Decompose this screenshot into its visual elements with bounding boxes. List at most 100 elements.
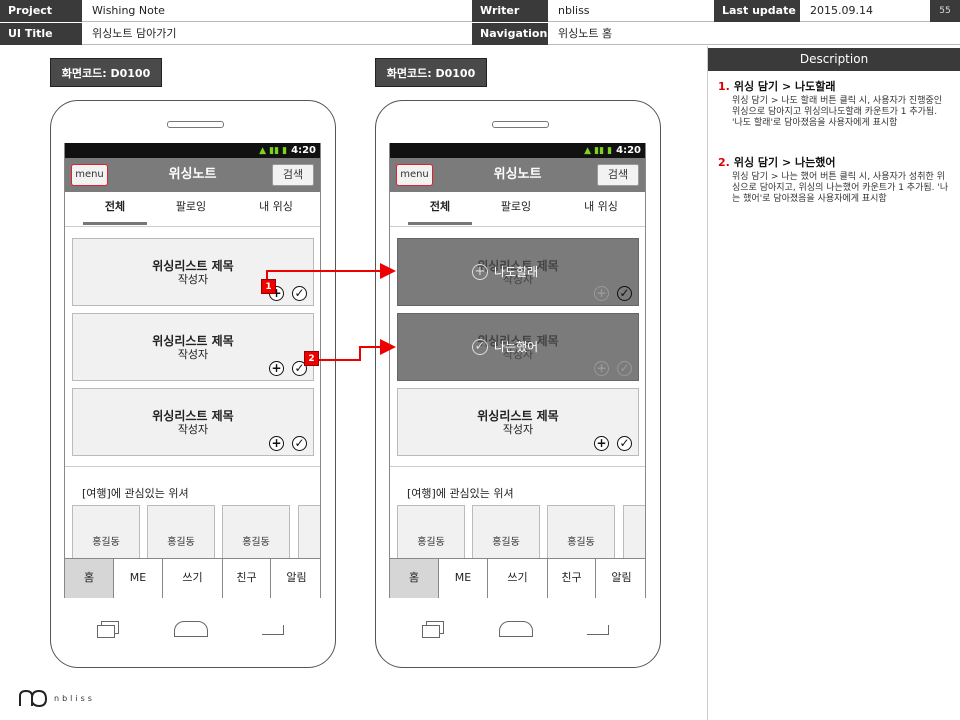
bottom-nav: 홈 ME 쓰기 친구 알림 xyxy=(65,558,320,598)
nav-me[interactable]: ME xyxy=(114,559,163,598)
status-time: 4:20 xyxy=(291,145,316,156)
person-card[interactable]: 홍길동 xyxy=(472,505,540,561)
person-card[interactable]: 홍길동 xyxy=(547,505,615,561)
nav-write[interactable]: 쓰기 xyxy=(163,559,223,598)
last-update-label: Last update xyxy=(714,0,800,22)
section-divider xyxy=(65,466,320,467)
person-card[interactable]: 홍길동 xyxy=(397,505,465,561)
person-card[interactable]: 홍길동 xyxy=(222,505,290,561)
nav-friends[interactable]: 친구 xyxy=(223,559,271,598)
wifi-signal-battery-icon: ▲ ▮▮ ▮ xyxy=(584,146,613,156)
tab-my-wishing[interactable]: 내 위싱 xyxy=(241,192,311,226)
logo-mark-icon xyxy=(19,689,48,708)
tab-all[interactable]: 전체 xyxy=(83,192,147,226)
recent-apps-icon[interactable] xyxy=(422,621,444,638)
add-icon[interactable]: + xyxy=(269,436,284,451)
back-key-icon[interactable] xyxy=(587,625,609,635)
speaker xyxy=(167,121,224,128)
annotation-badge-1: 1 xyxy=(261,279,276,294)
tab-underline xyxy=(83,222,147,225)
writer-label: Writer xyxy=(472,0,548,22)
screen-code-left: 화면코드: D0100 xyxy=(50,58,162,87)
navigation-value: 위싱노트 홈 xyxy=(548,23,960,45)
add-icon[interactable]: + xyxy=(269,361,284,376)
screen-left: ▲ ▮▮ ▮ 4:20 menu 위싱노트 검색 전체 팔로잉 내 위싱 위싱리스… xyxy=(64,143,321,598)
ui-title-value: 위싱노트 담아가기 xyxy=(82,23,472,45)
status-time: 4:20 xyxy=(616,145,641,156)
nav-notifications[interactable]: 알림 xyxy=(596,559,645,598)
overlay-label: 나는했어 xyxy=(494,340,539,354)
description-item: 1. 위싱 담기 > 나도할래 위싱 담기 > 나도 할래 버튼 클릭 시, 사용… xyxy=(718,78,950,129)
description-item-body: 위싱 담기 > 나도 할래 버튼 클릭 시, 사용자가 진행중인 위싱으로 담아… xyxy=(732,96,943,128)
app-bar: menu 위싱노트 검색 xyxy=(65,158,320,192)
back-key-icon[interactable] xyxy=(262,625,284,635)
project-value: Wishing Note xyxy=(82,0,472,22)
card-author: 작성자 xyxy=(177,273,209,286)
wishlist-card-added-done[interactable]: 위싱리스트 제목 작성자 + ✓ ✓ 나는했어 xyxy=(397,313,639,381)
tab-following[interactable]: 팔로잉 xyxy=(159,192,223,226)
nav-friends[interactable]: 친구 xyxy=(548,559,596,598)
interest-heading: [여행]에 관심있는 위셔 xyxy=(407,487,514,500)
phone-left: ▲ ▮▮ ▮ 4:20 menu 위싱노트 검색 전체 팔로잉 내 위싱 위싱리스… xyxy=(50,100,336,668)
description-item-body: 위싱 담기 > 나는 했어 버튼 클릭 시, 사용자가 성취한 위싱으로 담아지… xyxy=(732,172,949,204)
logo-text: nbliss xyxy=(54,694,95,703)
added-overlay: + 나도할래 xyxy=(398,239,638,305)
home-key-icon[interactable] xyxy=(499,621,533,637)
description-title: Description xyxy=(708,48,960,71)
check-icon[interactable]: ✓ xyxy=(617,436,632,451)
annotation-badge-2: 2 xyxy=(304,351,319,366)
recent-apps-icon[interactable] xyxy=(97,621,119,638)
nav-me[interactable]: ME xyxy=(439,559,488,598)
status-bar: ▲ ▮▮ ▮ 4:20 xyxy=(390,143,645,158)
writer-value: nbliss xyxy=(548,0,714,22)
project-label: Project xyxy=(0,0,82,22)
plus-circle-icon: + xyxy=(472,264,488,280)
bottom-nav: 홈 ME 쓰기 친구 알림 xyxy=(390,558,645,598)
nav-write[interactable]: 쓰기 xyxy=(488,559,548,598)
nav-home[interactable]: 홈 xyxy=(65,559,114,598)
last-update-value: 2015.09.14 xyxy=(800,0,930,22)
wishlist-card[interactable]: 위싱리스트 제목 작성자 + ✓ xyxy=(72,238,314,306)
tab-bar: 전체 팔로잉 내 위싱 xyxy=(390,192,645,227)
added-overlay: ✓ 나는했어 xyxy=(398,314,638,380)
search-button[interactable]: 검색 xyxy=(272,164,314,186)
navigation-label: Navigation xyxy=(472,23,548,45)
tab-my-wishing[interactable]: 내 위싱 xyxy=(566,192,636,226)
wishlist-card[interactable]: 위싱리스트 제목 작성자 + ✓ xyxy=(397,388,639,456)
card-author: 작성자 xyxy=(502,423,534,436)
wishlist-card[interactable]: 위싱리스트 제목 작성자 + ✓ xyxy=(72,313,314,381)
screen-right: ▲ ▮▮ ▮ 4:20 menu 위싱노트 검색 전체 팔로잉 내 위싱 위싱리스… xyxy=(389,143,646,598)
person-card-partial[interactable] xyxy=(298,505,320,561)
wishlist-card[interactable]: 위싱리스트 제목 작성자 + ✓ xyxy=(72,388,314,456)
check-circle-icon: ✓ xyxy=(472,339,488,355)
page-number: 55 xyxy=(930,0,960,22)
card-author: 작성자 xyxy=(177,348,209,361)
screen-code-right: 화면코드: D0100 xyxy=(375,58,487,87)
description-item-heading: 위싱 담기 > 나도할래 xyxy=(733,80,836,93)
description-item-number: 2. xyxy=(718,156,730,169)
search-button[interactable]: 검색 xyxy=(597,164,639,186)
description-item-heading: 위싱 담기 > 나는했어 xyxy=(733,156,836,169)
phone-right: ▲ ▮▮ ▮ 4:20 menu 위싱노트 검색 전체 팔로잉 내 위싱 위싱리스… xyxy=(375,100,661,668)
nav-notifications[interactable]: 알림 xyxy=(271,559,320,598)
description-item-title: 1. 위싱 담기 > 나도할래 xyxy=(718,78,950,94)
tab-following[interactable]: 팔로잉 xyxy=(484,192,548,226)
tab-all[interactable]: 전체 xyxy=(408,192,472,226)
home-key-icon[interactable] xyxy=(174,621,208,637)
person-card[interactable]: 홍길동 xyxy=(72,505,140,561)
nav-home[interactable]: 홈 xyxy=(390,559,439,598)
add-icon[interactable]: + xyxy=(594,436,609,451)
check-icon[interactable]: ✓ xyxy=(292,436,307,451)
check-icon[interactable]: ✓ xyxy=(292,286,307,301)
description-panel: Description 1. 위싱 담기 > 나도할래 위싱 담기 > 나도 할래… xyxy=(707,46,960,720)
speaker xyxy=(492,121,549,128)
overlay-label: 나도할래 xyxy=(494,265,539,279)
interest-heading: [여행]에 관심있는 위셔 xyxy=(82,487,189,500)
person-card[interactable]: 홍길동 xyxy=(147,505,215,561)
person-card-partial[interactable] xyxy=(623,505,645,561)
wishlist-card-added-me-too[interactable]: 위싱리스트 제목 작성자 + ✓ + 나도할래 xyxy=(397,238,639,306)
tab-underline xyxy=(408,222,472,225)
status-bar: ▲ ▮▮ ▮ 4:20 xyxy=(65,143,320,158)
app-bar: menu 위싱노트 검색 xyxy=(390,158,645,192)
description-item-number: 1. xyxy=(718,80,730,93)
